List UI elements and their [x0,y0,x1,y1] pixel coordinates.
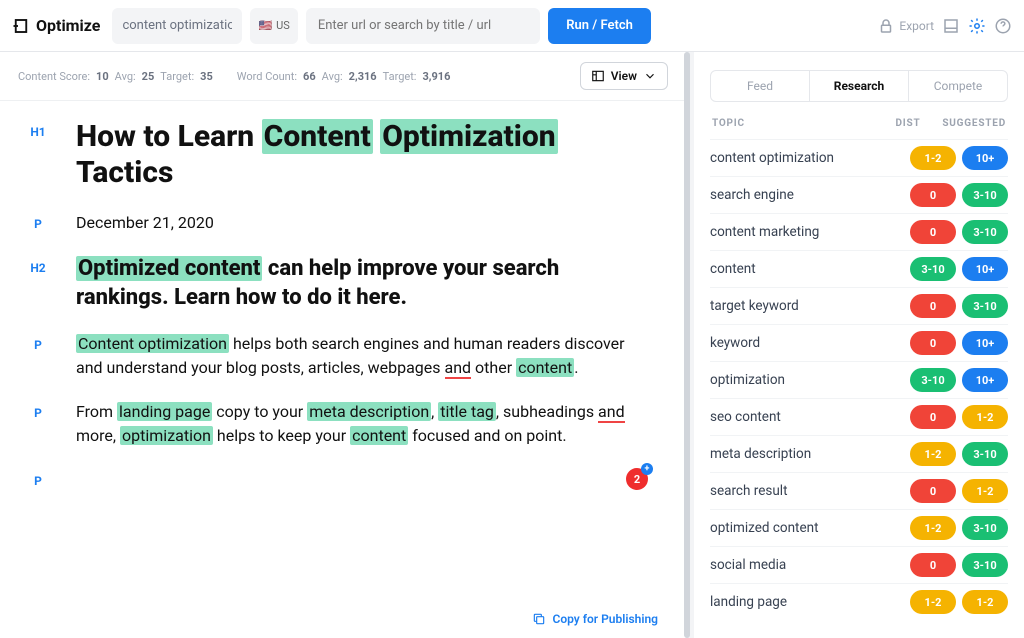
dist-pill: 1-2 [910,442,956,466]
topics-header: TOPIC DIST SUGGESTED [710,118,1008,139]
layout-icon [591,69,605,83]
topics-list: content optimization1-210+search engine0… [710,139,1008,620]
suggested-pill: 3-10 [962,553,1008,577]
suggested-pill: 10+ [962,331,1008,355]
suggestion-badge[interactable]: 2 [626,468,648,490]
editor-panel: Content Score:10 Avg:25 Target:35 Word C… [0,52,694,638]
dist-pill: 0 [910,331,956,355]
tag-p: P [18,400,58,420]
lock-icon [877,17,895,35]
research-panel: Feed Research Compete TOPIC DIST SUGGEST… [694,52,1024,638]
stats-bar: Content Score:10 Avg:25 Target:35 Word C… [0,52,686,101]
topic-row[interactable]: optimized content 1-23-10 [710,509,1008,546]
topic-name: optimization [710,372,904,388]
tab-compete[interactable]: Compete [909,71,1007,101]
brand-label: Optimize [36,16,100,35]
tag-p: P [18,332,58,352]
dist-pill: 0 [910,220,956,244]
topic-row[interactable]: content marketing 03-10 [710,213,1008,250]
topic-name: seo content [710,409,904,425]
suggested-pill: 3-10 [962,294,1008,318]
content-editor[interactable]: H1 How to Learn Content Optimization Tac… [0,101,686,638]
suggested-pill: 10+ [962,368,1008,392]
run-fetch-button[interactable]: Run / Fetch [548,8,651,44]
copy-icon [532,612,546,626]
view-dropdown[interactable]: View [580,62,668,90]
paragraph-2[interactable]: From landing page copy to your meta desc… [76,400,636,448]
topic-name: content marketing [710,224,904,240]
topic-row[interactable]: social media 03-10 [710,546,1008,583]
flag-icon: 🇺🇸 [258,19,272,32]
dist-pill: 0 [910,294,956,318]
topic-name: content optimization [710,150,904,166]
search-input[interactable] [306,8,540,44]
export-button[interactable]: Export [877,17,934,35]
suggested-pill: 10+ [962,257,1008,281]
topic-name: target keyword [710,298,904,314]
suggested-pill: 3-10 [962,516,1008,540]
tab-research[interactable]: Research [809,71,909,101]
keyword-input[interactable] [112,8,242,44]
top-bar: Optimize 🇺🇸US Run / Fetch Export [0,0,1024,52]
topic-name: social media [710,557,904,573]
tag-h1: H1 [18,119,58,139]
dist-pill: 0 [910,405,956,429]
panel-tabs: Feed Research Compete [710,70,1008,102]
optimize-icon [12,17,30,35]
suggested-pill: 3-10 [962,220,1008,244]
tab-feed[interactable]: Feed [711,71,809,101]
dist-pill: 1-2 [910,146,956,170]
suggested-pill: 1-2 [962,479,1008,503]
topic-row[interactable]: search result 01-2 [710,472,1008,509]
copy-for-publishing-button[interactable]: Copy for Publishing [532,612,658,626]
tag-h2: H2 [18,255,58,275]
tag-p: P [18,211,58,231]
topic-row[interactable]: search engine 03-10 [710,176,1008,213]
dist-pill: 0 [910,183,956,207]
dist-pill: 3-10 [910,368,956,392]
dist-pill: 1-2 [910,516,956,540]
panel-icon [942,17,960,35]
dist-pill: 0 [910,553,956,577]
settings-button[interactable] [968,17,986,35]
paragraph-1[interactable]: Content optimization helps both search e… [76,332,636,380]
suggested-pill: 1-2 [962,590,1008,614]
topic-row[interactable]: content optimization 1-210+ [710,139,1008,176]
dist-pill: 3-10 [910,257,956,281]
topic-row[interactable]: content 3-1010+ [710,250,1008,287]
heading-h2[interactable]: Optimized content can help improve your … [76,255,636,312]
dist-pill: 1-2 [910,590,956,614]
topic-row[interactable]: optimization 3-1010+ [710,361,1008,398]
locale-select[interactable]: 🇺🇸US [250,8,297,44]
topic-row[interactable]: seo content 01-2 [710,398,1008,435]
paragraph-empty[interactable] [76,468,636,492]
topic-row[interactable]: keyword 010+ [710,324,1008,361]
gear-icon [968,17,986,35]
topic-name: optimized content [710,520,904,536]
topic-name: search engine [710,187,904,203]
paragraph-date[interactable]: December 21, 2020 [76,211,636,235]
suggested-pill: 3-10 [962,183,1008,207]
topic-name: content [710,261,904,277]
chevron-down-icon [643,69,657,83]
heading-h1[interactable]: How to Learn Content Optimization Tactic… [76,119,636,191]
suggested-pill: 10+ [962,146,1008,170]
brand: Optimize [12,16,100,35]
topic-row[interactable]: meta description 1-23-10 [710,435,1008,472]
tag-p: P [18,468,58,488]
help-icon [994,17,1012,35]
suggested-pill: 3-10 [962,442,1008,466]
topic-name: landing page [710,594,904,610]
topic-row[interactable]: landing page 1-21-2 [710,583,1008,620]
topic-name: search result [710,483,904,499]
topic-name: keyword [710,335,904,351]
help-button[interactable] [994,17,1012,35]
topic-row[interactable]: target keyword 03-10 [710,287,1008,324]
sidebar-toggle-button[interactable] [942,17,960,35]
suggested-pill: 1-2 [962,405,1008,429]
dist-pill: 0 [910,479,956,503]
topic-name: meta description [710,446,904,462]
